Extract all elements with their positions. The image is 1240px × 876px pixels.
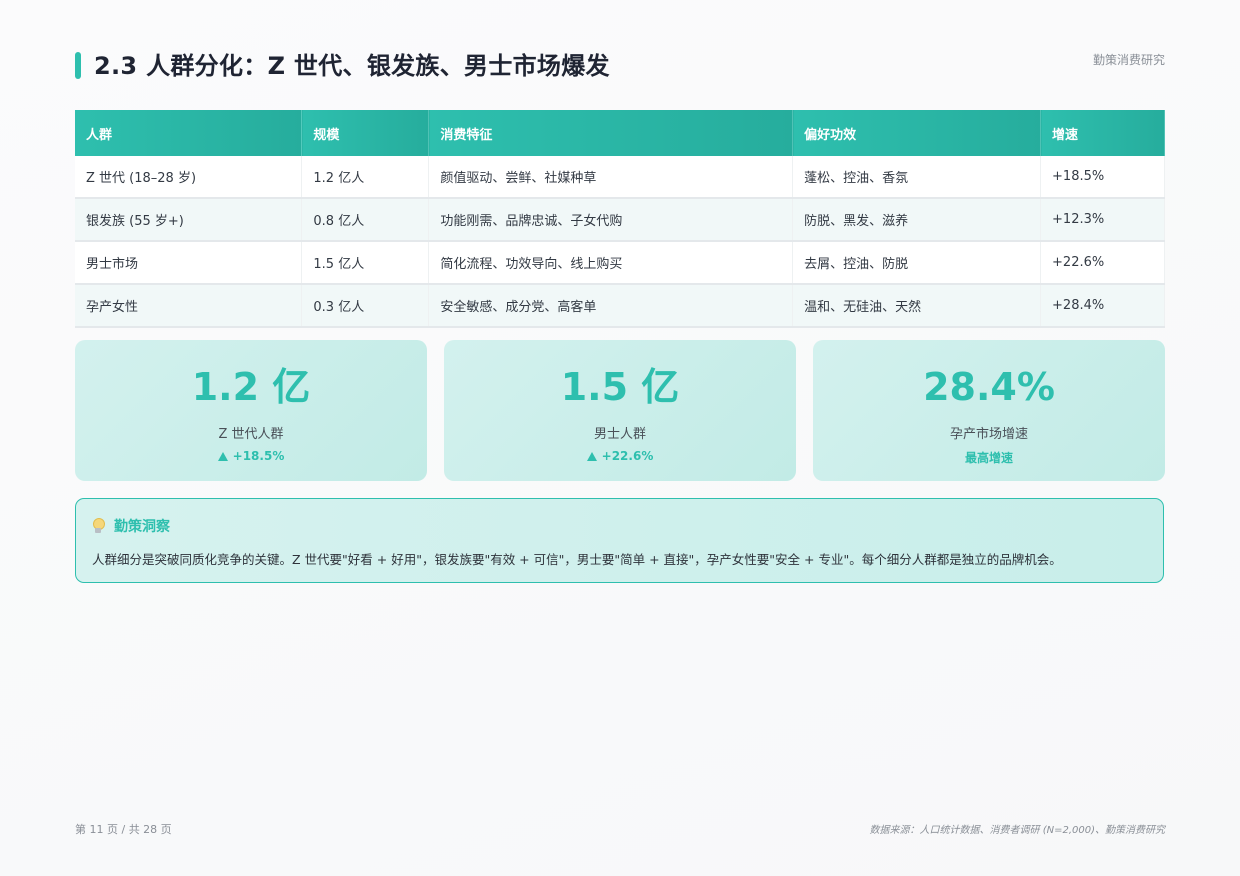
brand-label: 勤策消费研究 <box>1092 53 1165 67</box>
segment-cell: 男士市场 <box>75 241 303 285</box>
up-arrow-icon <box>217 451 228 461</box>
kpi-card-men: 1.5 亿 男士人群 +22.6% <box>444 340 796 481</box>
size-cell: 0.8 亿人 <box>301 198 430 242</box>
column-header: 人群 <box>75 110 303 156</box>
growth-cell: +12.3% <box>1040 198 1165 242</box>
size-cell: 1.5 亿人 <box>301 241 430 285</box>
kpi-label: 孕产市场增速 <box>949 427 1028 442</box>
segment-cell: Z 世代 (18–28 岁) <box>75 156 303 199</box>
lightbulb-icon <box>92 518 105 534</box>
size-cell: 1.2 亿人 <box>301 156 430 199</box>
table-header-row: 人群 规模 消费特征 偏好功效 增速 <box>75 110 1165 156</box>
efficacy-cell: 温和、无硅油、天然 <box>792 284 1042 328</box>
column-header: 偏好功效 <box>792 110 1042 156</box>
insight-header: 勤策洞察 <box>92 516 170 536</box>
kpi-value: 1.2 亿 <box>191 365 311 409</box>
up-arrow-icon <box>586 451 597 461</box>
kpi-value: 1.5 亿 <box>560 365 680 409</box>
efficacy-cell: 去屑、控油、防脱 <box>792 241 1042 285</box>
growth-cell: +18.5% <box>1040 156 1165 199</box>
data-source-note: 数据来源：人口统计数据、消费者调研 (N=2,000)、勤策消费研究 <box>869 825 1165 836</box>
kpi-delta-text: 最高增速 <box>964 451 1013 465</box>
kpi-delta-text: +22.6% <box>601 449 654 463</box>
kpi-card-maternal: 28.4% 孕产市场增速 最高增速 <box>813 340 1165 481</box>
kpi-label: Z 世代人群 <box>218 427 284 442</box>
column-header: 消费特征 <box>428 110 794 156</box>
kpi-label: 男士人群 <box>593 427 646 442</box>
column-header: 增速 <box>1040 110 1165 156</box>
insight-body: 人群细分是突破同质化竞争的关键。Z 世代要"好看 + 好用"，银发族要"有效 +… <box>92 552 1062 567</box>
segment-cell: 银发族 (55 岁+) <box>75 198 303 242</box>
growth-cell: +28.4% <box>1040 284 1165 328</box>
trait-cell: 颜值驱动、尝鲜、社媒种草 <box>428 156 794 199</box>
kpi-card-genz: 1.2 亿 Z 世代人群 +18.5% <box>75 340 427 481</box>
title-accent-bar <box>75 52 81 79</box>
table-row: Z 世代 (18–28 岁) 1.2 亿人 颜值驱动、尝鲜、社媒种草 蓬松、控油… <box>75 156 1165 199</box>
kpi-delta: +22.6% <box>444 449 796 463</box>
table-row: 男士市场 1.5 亿人 简化流程、功效导向、线上购买 去屑、控油、防脱 +22.… <box>75 241 1165 285</box>
table-row: 银发族 (55 岁+) 0.8 亿人 功能刚需、品牌忠诚、子女代购 防脱、黑发、… <box>75 198 1165 242</box>
trait-cell: 安全敏感、成分党、高客单 <box>428 284 794 328</box>
kpi-value: 28.4% <box>923 365 1055 409</box>
table-row: 孕产女性 0.3 亿人 安全敏感、成分党、高客单 温和、无硅油、天然 +28.4… <box>75 284 1165 328</box>
page-title: 2.3 人群分化：Z 世代、银发族、男士市场爆发 <box>94 52 610 80</box>
efficacy-cell: 防脱、黑发、滋养 <box>792 198 1042 242</box>
trait-cell: 简化流程、功效导向、线上购买 <box>428 241 794 285</box>
insight-callout: 勤策洞察 人群细分是突破同质化竞争的关键。Z 世代要"好看 + 好用"，银发族要… <box>75 498 1164 583</box>
efficacy-cell: 蓬松、控油、香氛 <box>792 156 1042 199</box>
size-cell: 0.3 亿人 <box>301 284 430 328</box>
page-number: 第 11 页 / 共 28 页 <box>75 823 172 836</box>
kpi-delta-text: +18.5% <box>232 449 285 463</box>
kpi-delta: 最高增速 <box>813 449 1165 466</box>
kpi-delta: +18.5% <box>75 449 427 463</box>
trait-cell: 功能刚需、品牌忠诚、子女代购 <box>428 198 794 242</box>
segment-table: 人群 规模 消费特征 偏好功效 增速 Z 世代 (18–28 岁) 1.2 亿人… <box>75 110 1165 328</box>
column-header: 规模 <box>301 110 430 156</box>
growth-cell: +22.6% <box>1040 241 1165 285</box>
insight-title: 勤策洞察 <box>114 519 170 535</box>
segment-cell: 孕产女性 <box>75 284 303 328</box>
